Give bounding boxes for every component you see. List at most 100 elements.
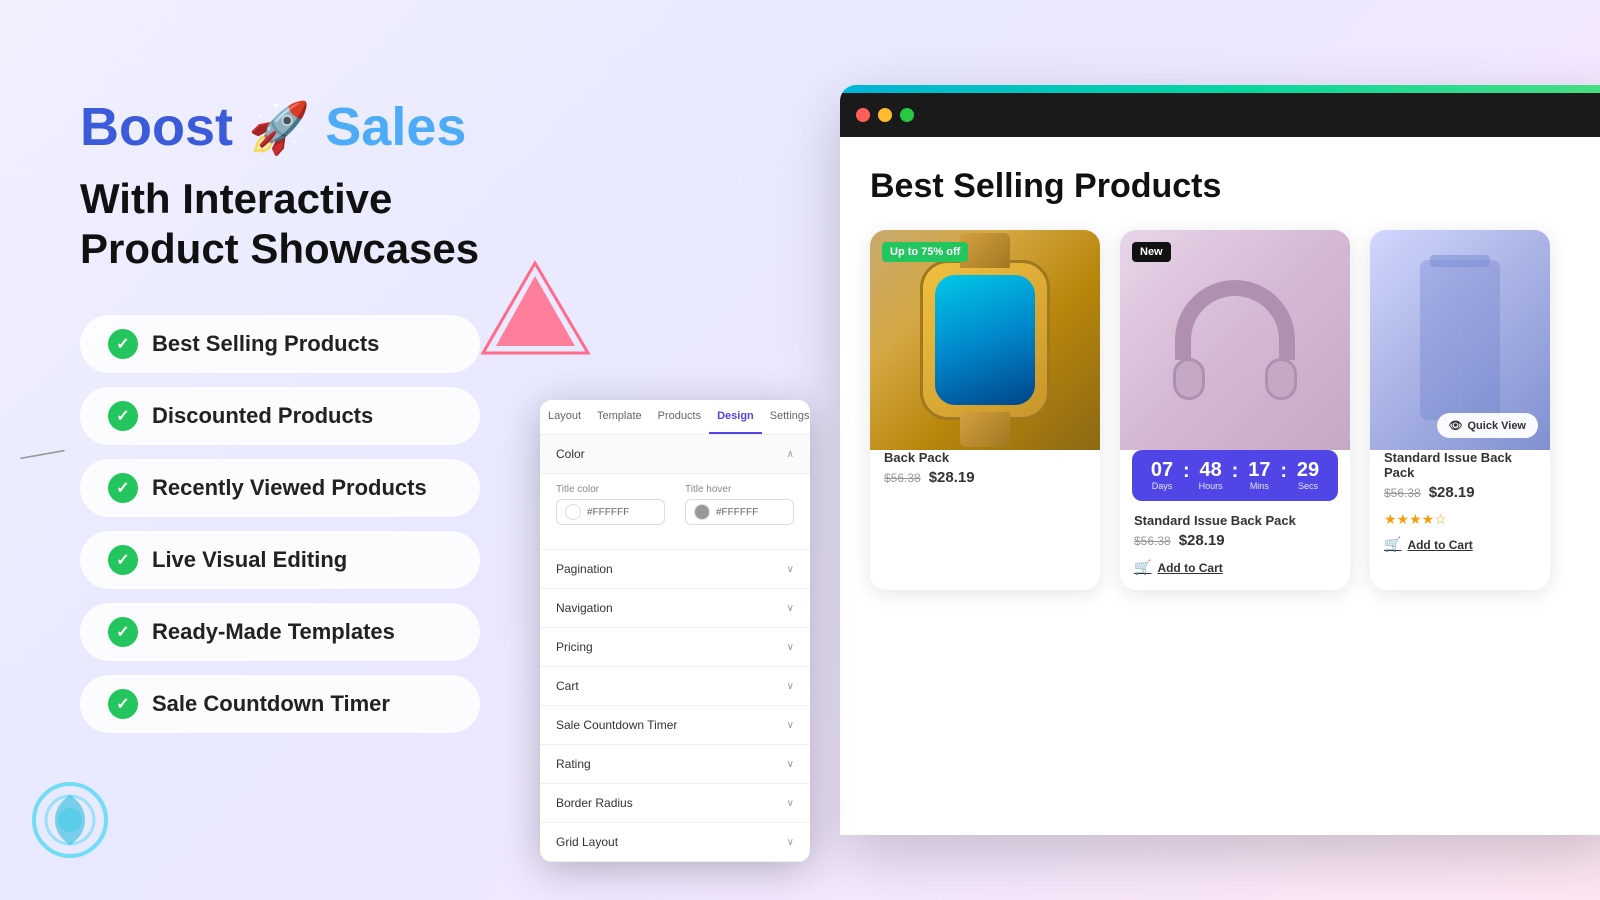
countdown-hours-val: 48 <box>1192 460 1230 480</box>
feature-best-selling: ✓ Best Selling Products <box>80 315 480 373</box>
chevron-border: ∨ <box>787 798 794 809</box>
panel-section-pricing[interactable]: Pricing ∨ <box>540 628 810 667</box>
logo: Boost 🚀 Sales <box>80 100 600 154</box>
countdown-days-val: 07 <box>1143 460 1181 480</box>
panel-section-grid[interactable]: Grid Layout ∨ <box>540 823 810 862</box>
panel-section-color[interactable]: Color ∧ <box>540 435 810 474</box>
section-color-label: Color <box>556 447 585 461</box>
title-hover-label: Title hover <box>685 484 794 495</box>
blue-product-image: 👁 Quick View <box>1370 230 1550 450</box>
logo-boost: Boost <box>80 97 233 157</box>
product-name-3: Standard Issue Back Pack <box>1384 450 1536 480</box>
headphone-cup-left <box>1173 358 1205 400</box>
products-row: Up to 75% off Back Pack $56.38 $28.19 <box>870 230 1590 590</box>
title-hover-field: Title hover #FFFFFF <box>685 484 794 525</box>
panel-section-border[interactable]: Border Radius ∨ <box>540 784 810 823</box>
quick-view-btn[interactable]: 👁 Quick View <box>1437 413 1538 438</box>
feature-ready-made: ✓ Ready-Made Templates <box>80 603 480 661</box>
logo-sales: Sales <box>325 97 466 157</box>
sale-price-3: $28.19 <box>1429 484 1475 501</box>
browser-titlebar <box>840 93 1600 137</box>
panel-section-rating[interactable]: Rating ∨ <box>540 745 810 784</box>
panel-body: Color ∧ Title color #FFFFFF Title hover … <box>540 435 810 862</box>
countdown-secs: 29 Secs <box>1289 460 1327 491</box>
watch-visual <box>920 260 1050 420</box>
decorative-triangle <box>478 258 593 363</box>
feature-label-6: Sale Countdown Timer <box>152 691 390 717</box>
feature-label-1: Best Selling Products <box>152 331 379 357</box>
color-row: Title color #FFFFFF Title hover #FFFFFF <box>556 484 794 525</box>
feature-label-3: Recently Viewed Products <box>152 475 427 501</box>
badge-new: New <box>1132 242 1171 262</box>
panel-section-pagination[interactable]: Pagination ∨ <box>540 550 810 589</box>
product-name-1: Back Pack <box>884 450 1086 465</box>
badge-sale: Up to 75% off <box>882 242 968 262</box>
tab-products[interactable]: Products <box>650 400 709 434</box>
cart-icon-2: 🛒 <box>1134 559 1151 576</box>
blue-product-svg <box>1410 250 1510 430</box>
headphones-image <box>1120 230 1350 450</box>
cart-icon-3: 🛒 <box>1384 536 1401 553</box>
panel-section-navigation[interactable]: Navigation ∨ <box>540 589 810 628</box>
stars-3: ★★★★☆ <box>1384 511 1536 528</box>
chevron-cart: ∨ <box>787 681 794 692</box>
title-color-field: Title color #FFFFFF <box>556 484 665 525</box>
title-color-label: Title color <box>556 484 665 495</box>
section-pagination-label: Pagination <box>556 562 613 576</box>
panel-section-cart[interactable]: Cart ∨ <box>540 667 810 706</box>
headphone-arc <box>1175 280 1295 360</box>
feature-sale-countdown: ✓ Sale Countdown Timer <box>80 675 480 733</box>
product-card-2: New 07 Days : 48 Hours : 17 Mins <box>1120 230 1350 590</box>
check-icon-5: ✓ <box>108 617 138 647</box>
browser-gradient-bar <box>840 85 1600 93</box>
quick-view-label: Quick View <box>1468 420 1527 432</box>
check-icon-6: ✓ <box>108 689 138 719</box>
check-icon-2: ✓ <box>108 401 138 431</box>
check-icon-4: ✓ <box>108 545 138 575</box>
countdown-hours: 48 Hours <box>1192 460 1230 491</box>
add-to-cart-label-3: Add to Cart <box>1407 538 1472 552</box>
dot-yellow <box>878 108 892 122</box>
features-list: ✓ Best Selling Products ✓ Discounted Pro… <box>80 315 600 733</box>
countdown-mins-label: Mins <box>1240 481 1278 491</box>
add-to-cart-label-2: Add to Cart <box>1157 561 1222 575</box>
decorative-dashes: — — <box>18 437 62 471</box>
countdown-bar: 07 Days : 48 Hours : 17 Mins : 2 <box>1132 450 1338 501</box>
headphone-cup-right <box>1265 358 1297 400</box>
watch-screen <box>935 275 1035 405</box>
chevron-color: ∧ <box>787 449 794 460</box>
section-title: Best Selling Products <box>870 167 1590 206</box>
eye-icon: 👁 <box>1449 419 1463 432</box>
chevron-pagination: ∨ <box>787 564 794 575</box>
add-to-cart-btn-3[interactable]: 🛒 Add to Cart <box>1384 536 1473 553</box>
feature-label-5: Ready-Made Templates <box>152 619 395 645</box>
title-hover-input[interactable]: #FFFFFF <box>685 499 794 525</box>
price-row-2: $56.38 $28.19 <box>1134 532 1336 549</box>
tab-settings[interactable]: Settings <box>762 400 810 434</box>
title-color-input[interactable]: #FFFFFF <box>556 499 665 525</box>
tab-template[interactable]: Template <box>589 400 650 434</box>
original-price-2: $56.38 <box>1134 534 1171 548</box>
chevron-pricing: ∨ <box>787 642 794 653</box>
product-info-3: Standard Issue Back Pack $56.38 $28.19 ★… <box>1370 450 1550 567</box>
product-card-1: Up to 75% off Back Pack $56.38 $28.19 <box>870 230 1100 590</box>
product-card-3: 👁 Quick View Standard Issue Back Pack $5… <box>1370 230 1550 590</box>
feature-discounted: ✓ Discounted Products <box>80 387 480 445</box>
sale-price-2: $28.19 <box>1179 532 1225 549</box>
color-expanded-content: Title color #FFFFFF Title hover #FFFFFF <box>540 474 810 550</box>
countdown-sep-1: : <box>1183 460 1190 491</box>
countdown-secs-val: 29 <box>1289 460 1327 480</box>
watch-image <box>870 230 1100 450</box>
countdown-sep-3: : <box>1280 460 1287 491</box>
countdown-mins: 17 Mins <box>1240 460 1278 491</box>
price-row-1: $56.38 $28.19 <box>884 469 1086 486</box>
tab-design[interactable]: Design <box>709 400 762 434</box>
panel-section-countdown[interactable]: Sale Countdown Timer ∨ <box>540 706 810 745</box>
feature-label-2: Discounted Products <box>152 403 373 429</box>
product-info-2: Standard Issue Back Pack $56.38 $28.19 🛒… <box>1120 513 1350 590</box>
section-countdown-label: Sale Countdown Timer <box>556 718 677 732</box>
check-icon-3: ✓ <box>108 473 138 503</box>
price-row-3: $56.38 $28.19 <box>1384 484 1536 501</box>
add-to-cart-btn-2[interactable]: 🛒 Add to Cart <box>1134 559 1223 576</box>
tab-layout[interactable]: Layout <box>540 400 589 434</box>
